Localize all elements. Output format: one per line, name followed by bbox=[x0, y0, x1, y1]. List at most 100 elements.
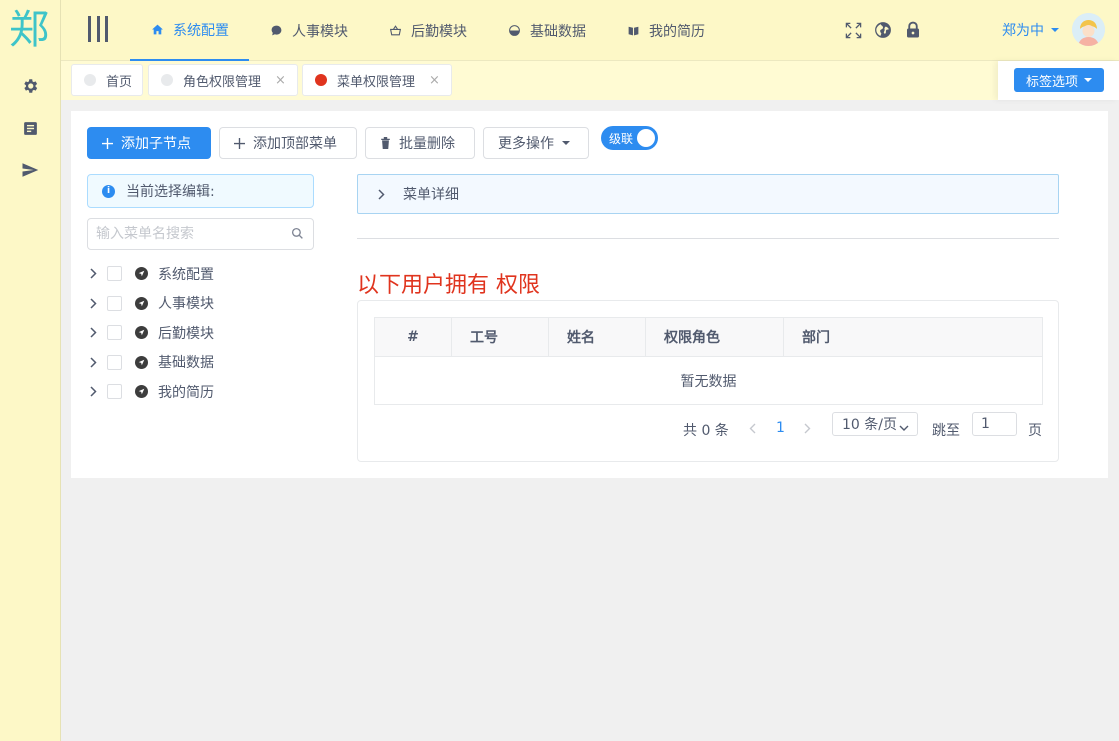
nav-label: 我的简历 bbox=[649, 23, 705, 40]
search-icon[interactable] bbox=[291, 227, 304, 244]
navigation-icon bbox=[135, 326, 148, 340]
tab-status-dot bbox=[84, 74, 96, 86]
empty-text: 暂无数据 bbox=[374, 356, 1043, 405]
nav-item-hr[interactable]: 人事模块 bbox=[249, 0, 368, 61]
tab-status-dot bbox=[315, 74, 327, 86]
tab-role-permission[interactable]: 角色权限管理 × bbox=[148, 64, 298, 96]
jump-page-input[interactable]: 1 bbox=[972, 412, 1017, 436]
batch-delete-button[interactable]: 批量删除 bbox=[365, 127, 475, 159]
column-header-name[interactable]: 姓名 bbox=[548, 317, 646, 357]
tab-options-area: 标签选项 bbox=[998, 61, 1119, 100]
jump-label: 跳至 bbox=[932, 423, 960, 439]
tree-node-label[interactable]: 人事模块 bbox=[158, 293, 214, 313]
chevron-right-icon[interactable] bbox=[87, 268, 99, 279]
tree-node-label[interactable]: 系统配置 bbox=[158, 264, 214, 284]
nav-item-base-data[interactable]: 基础数据 bbox=[487, 0, 606, 61]
nav-item-logistics[interactable]: 后勤模块 bbox=[368, 0, 487, 61]
tree-node-label[interactable]: 基础数据 bbox=[158, 352, 214, 372]
header-tools bbox=[843, 19, 923, 41]
plus-icon bbox=[234, 137, 245, 149]
chevron-right-icon[interactable] bbox=[804, 422, 811, 438]
tab-options-label: 标签选项 bbox=[1025, 74, 1078, 90]
tabs-bar: 首页 角色权限管理 × 菜单权限管理 × 标签选项 bbox=[61, 61, 1119, 100]
navigation-icon bbox=[135, 296, 148, 310]
menu-toggle-icon[interactable] bbox=[88, 16, 108, 42]
chevron-left-icon[interactable] bbox=[749, 422, 756, 438]
tree-node-label[interactable]: 后勤模块 bbox=[158, 323, 214, 343]
tree-node-hr[interactable]: 人事模块 bbox=[87, 289, 214, 319]
tab-home[interactable]: 首页 bbox=[71, 64, 143, 96]
page-size-select[interactable]: 10 条/页 bbox=[832, 412, 918, 436]
cascade-toggle[interactable]: 级联 bbox=[601, 126, 658, 150]
lock-icon[interactable] bbox=[903, 19, 923, 41]
chevron-right-icon[interactable] bbox=[87, 298, 99, 309]
left-rail: 郑 bbox=[0, 0, 61, 741]
chat-icon bbox=[269, 24, 283, 38]
menu-search bbox=[87, 218, 314, 250]
tree-checkbox[interactable] bbox=[107, 325, 122, 341]
caret-down-icon bbox=[1084, 78, 1092, 82]
tree-node-system-config[interactable]: 系统配置 bbox=[87, 259, 214, 289]
close-icon[interactable]: × bbox=[275, 73, 286, 88]
pagination-page-1[interactable]: 1 bbox=[776, 420, 785, 436]
current-selection-alert: i 当前选择编辑: bbox=[87, 174, 314, 208]
divider bbox=[357, 238, 1059, 239]
navigation-icon bbox=[135, 267, 148, 281]
gear-icon[interactable] bbox=[20, 76, 40, 96]
table-header-row: # 工号 姓名 权限角色 部门 bbox=[374, 317, 1043, 357]
chevron-right-icon[interactable] bbox=[87, 327, 99, 338]
fullscreen-icon[interactable] bbox=[843, 19, 863, 41]
tree-checkbox[interactable] bbox=[107, 266, 122, 282]
info-icon: i bbox=[102, 184, 115, 198]
pagination: 共 0 条 1 10 条/页 跳至 1 页 bbox=[358, 412, 1060, 444]
tab-status-dot bbox=[161, 74, 173, 86]
caret-down-icon bbox=[1051, 28, 1059, 32]
chevron-right-icon bbox=[378, 188, 385, 200]
column-header-role[interactable]: 权限角色 bbox=[645, 317, 784, 357]
menu-tree: 系统配置 人事模块 后勤模块 基础数据 我的简历 bbox=[87, 259, 214, 407]
add-child-node-button[interactable]: 添加子节点 bbox=[87, 127, 211, 159]
book-icon bbox=[626, 24, 640, 38]
close-icon[interactable]: × bbox=[429, 73, 440, 88]
nav-item-system-config[interactable]: 系统配置 bbox=[130, 0, 249, 61]
add-top-menu-button[interactable]: 添加顶部菜单 bbox=[219, 127, 357, 159]
avatar[interactable] bbox=[1072, 13, 1105, 46]
column-header-employee-id[interactable]: 工号 bbox=[451, 317, 549, 357]
tree-node-logistics[interactable]: 后勤模块 bbox=[87, 318, 214, 348]
tab-options-button[interactable]: 标签选项 bbox=[1014, 68, 1104, 92]
tree-checkbox[interactable] bbox=[107, 354, 122, 370]
send-icon[interactable] bbox=[20, 160, 40, 180]
page-size-value: 10 条/页 bbox=[842, 417, 897, 433]
basket-icon bbox=[388, 24, 402, 38]
tree-node-label[interactable]: 我的简历 bbox=[158, 382, 214, 402]
chevron-down-icon bbox=[899, 420, 909, 436]
user-menu[interactable]: 郑为中 bbox=[1002, 20, 1059, 40]
tab-menu-permission[interactable]: 菜单权限管理 × bbox=[302, 64, 452, 96]
document-icon[interactable] bbox=[20, 118, 40, 138]
pagination-total: 共 0 条 bbox=[683, 423, 729, 439]
menu-search-input[interactable] bbox=[88, 219, 278, 249]
main-nav: 系统配置 人事模块 后勤模块 基础数据 我的简历 bbox=[130, 0, 725, 61]
toggle-knob bbox=[637, 129, 655, 147]
more-actions-button[interactable]: 更多操作 bbox=[483, 127, 589, 159]
menu-detail-collapse[interactable]: 菜单详细 bbox=[357, 174, 1059, 214]
tree-checkbox[interactable] bbox=[107, 295, 122, 311]
page-suffix: 页 bbox=[1028, 423, 1042, 439]
trash-icon bbox=[380, 137, 391, 149]
globe-icon[interactable] bbox=[873, 19, 893, 41]
alert-text: 当前选择编辑: bbox=[126, 184, 215, 200]
column-header-department[interactable]: 部门 bbox=[783, 317, 1043, 357]
tab-label: 菜单权限管理 bbox=[337, 74, 416, 90]
tree-node-resume[interactable]: 我的简历 bbox=[87, 377, 214, 407]
nav-item-resume[interactable]: 我的简历 bbox=[606, 0, 725, 61]
column-header-index[interactable]: # bbox=[374, 317, 452, 357]
button-label: 添加子节点 bbox=[121, 136, 191, 152]
tree-node-base-data[interactable]: 基础数据 bbox=[87, 348, 214, 378]
button-label: 添加顶部菜单 bbox=[253, 136, 337, 152]
button-label: 批量删除 bbox=[399, 136, 455, 152]
chevron-right-icon[interactable] bbox=[87, 357, 99, 368]
tree-checkbox[interactable] bbox=[107, 384, 122, 400]
chevron-right-icon[interactable] bbox=[87, 386, 99, 397]
home-icon bbox=[150, 23, 164, 37]
users-table-card: # 工号 姓名 权限角色 部门 暂无数据 共 0 条 1 10 条/页 跳至 1… bbox=[357, 300, 1059, 462]
